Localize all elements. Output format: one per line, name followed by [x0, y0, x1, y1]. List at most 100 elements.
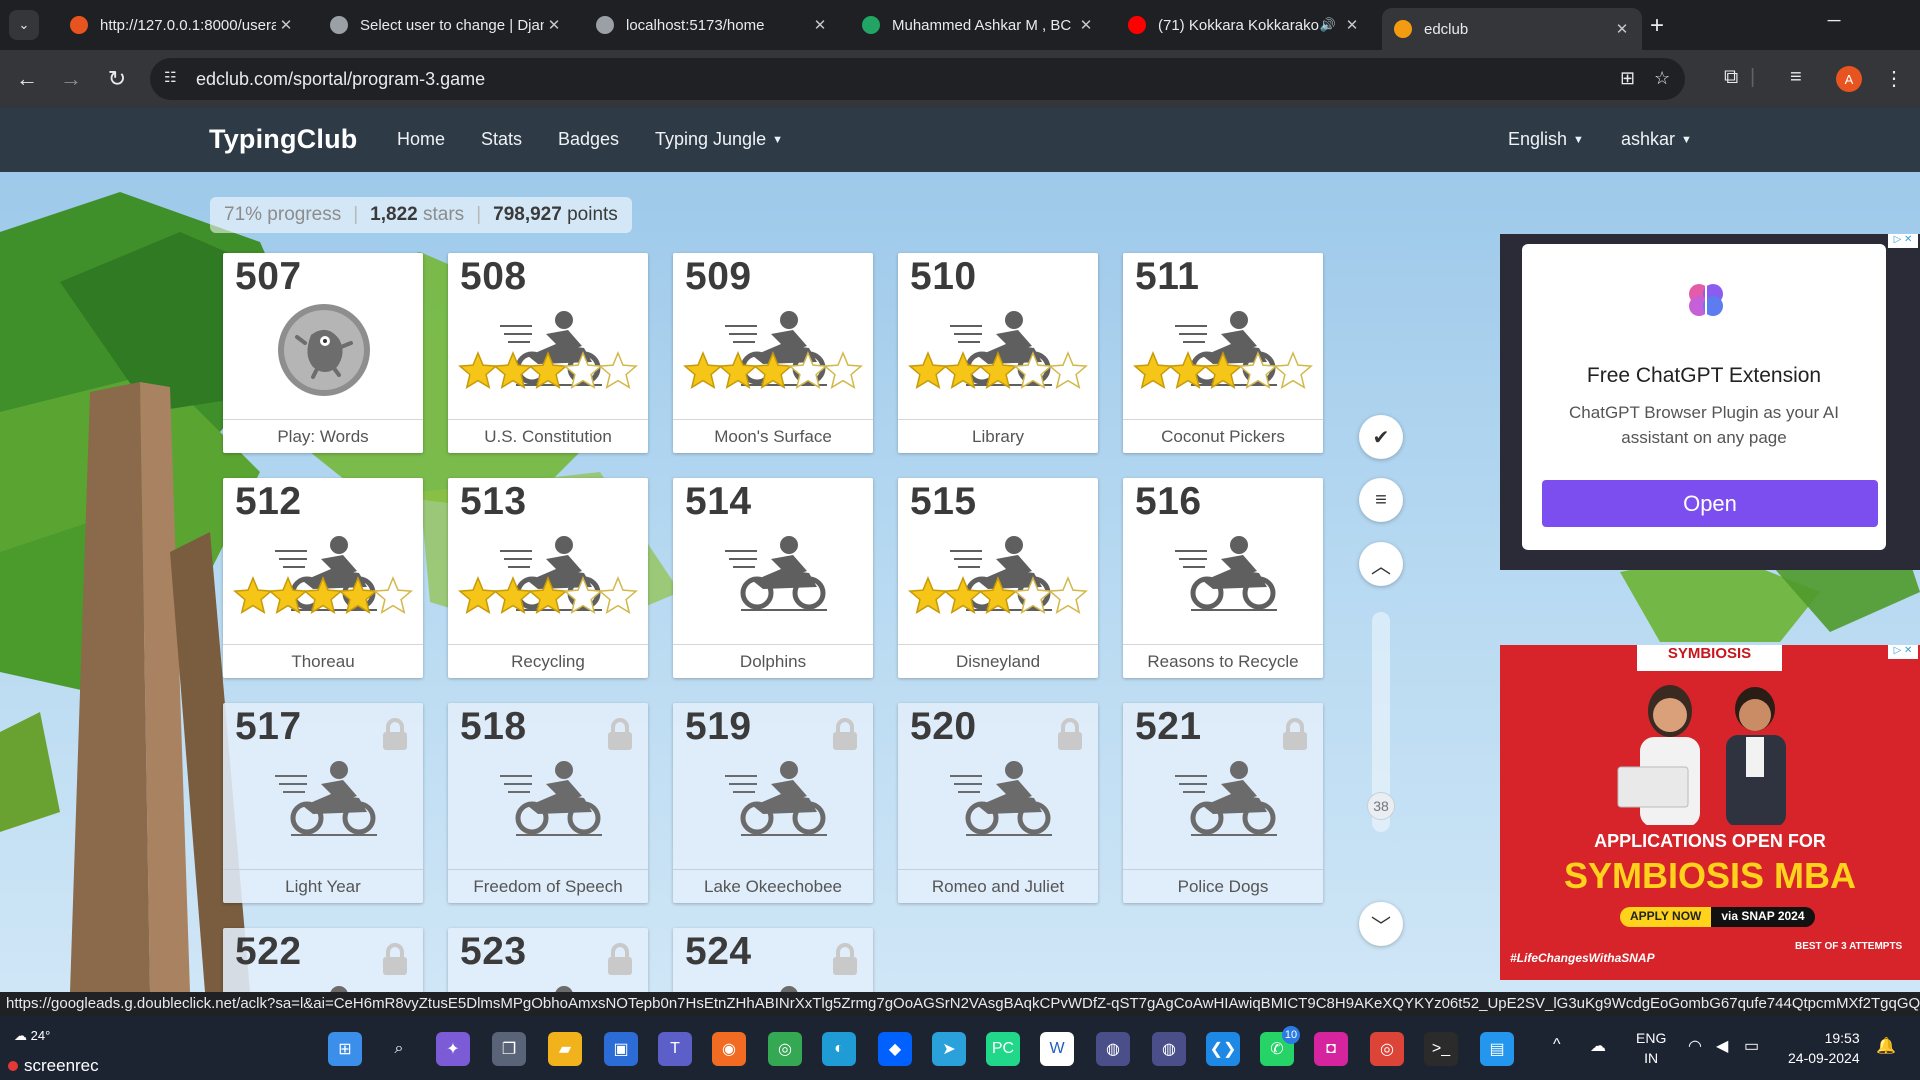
tab-search-button[interactable]: ⌄ — [9, 10, 39, 40]
back-arrow-icon[interactable]: ← — [12, 64, 42, 94]
symbiosis-mba-ad[interactable]: ▷ ✕ SYMBIOSIS APPLICATIONS OPEN FOR SYMB… — [1500, 645, 1920, 980]
site-info-icon[interactable]: ☷ — [164, 69, 184, 89]
close-tab-icon[interactable]: ✕ — [1076, 16, 1096, 34]
browser-tab[interactable]: edclub ✕ — [1382, 8, 1642, 50]
file-explorer-icon[interactable]: ▰ — [548, 1032, 582, 1066]
lesson-card[interactable]: 522 — [223, 928, 423, 992]
input-language[interactable]: ENG IN — [1636, 1028, 1666, 1068]
edge-icon[interactable]: ◐ — [822, 1032, 856, 1066]
teams-icon[interactable]: T — [658, 1032, 692, 1066]
lesson-card[interactable]: 518 Freedom of Speech — [448, 703, 648, 903]
task-view-icon[interactable]: ❐ — [492, 1032, 526, 1066]
lesson-card[interactable]: 519 Lake Okeechobee — [673, 703, 873, 903]
terminal-icon[interactable]: >_ — [1424, 1032, 1458, 1066]
volume-icon[interactable]: ◀ — [1716, 1036, 1728, 1056]
battery-icon[interactable]: ▭ — [1744, 1036, 1759, 1056]
lesson-card[interactable]: 524 — [673, 928, 873, 992]
language-menu[interactable]: English ▼ — [1508, 129, 1584, 150]
lesson-number: 516 — [1135, 480, 1202, 523]
list-menu-icon[interactable]: ≡ — [1359, 478, 1403, 522]
extensions-icon[interactable]: ⧉ — [1724, 66, 1738, 89]
lock-icon — [606, 717, 634, 751]
url-text[interactable]: edclub.com/sportal/program-3.game — [196, 69, 485, 90]
close-tab-icon[interactable]: ✕ — [810, 16, 830, 34]
brand-logo[interactable]: TypingClub — [209, 124, 357, 155]
firefox-icon[interactable]: ◉ — [712, 1032, 746, 1066]
profile-avatar[interactable]: A — [1836, 66, 1862, 92]
close-tab-icon[interactable]: ✕ — [544, 16, 564, 34]
microsoft-store-icon[interactable]: ▣ — [604, 1032, 638, 1066]
docker-icon[interactable]: ▤ — [1480, 1032, 1514, 1066]
lesson-card[interactable]: 508 U.S. Constitution — [448, 253, 648, 453]
eclipse-2-icon[interactable]: ◍ — [1152, 1032, 1186, 1066]
lesson-card[interactable]: 515 Disneyland — [898, 478, 1098, 678]
check-circle-icon[interactable]: ✔ — [1359, 415, 1403, 459]
browser-tab[interactable]: Select user to change | Djan ✕ — [318, 8, 574, 42]
lesson-card[interactable]: 510 Library — [898, 253, 1098, 453]
nav-home[interactable]: Home — [397, 129, 445, 150]
lesson-card[interactable]: 517 Light Year — [223, 703, 423, 903]
nav-typing-jungle[interactable]: Typing Jungle ▼ — [655, 129, 783, 150]
lesson-card[interactable]: 521 Police Dogs — [1123, 703, 1323, 903]
motorbike-icon — [723, 983, 833, 992]
browser-tab[interactable]: (71) Kokkara Kokkarako 🔊 ✕ — [1116, 8, 1372, 42]
chrome-icon[interactable]: ◎ — [768, 1032, 802, 1066]
apply-now-badge[interactable]: APPLY NOW via SNAP 2024 — [1620, 907, 1815, 927]
new-tab-button[interactable]: + — [1650, 12, 1664, 40]
ad-choices-icon[interactable]: ▷ ✕ — [1888, 645, 1918, 659]
close-tab-icon[interactable]: ✕ — [276, 16, 296, 34]
lesson-card[interactable]: 512 Thoreau — [223, 478, 423, 678]
vscode-icon[interactable]: ❮❯ — [1206, 1032, 1240, 1066]
lesson-card[interactable]: 511 Coconut Pickers — [1123, 253, 1323, 453]
close-tab-icon[interactable]: ✕ — [1342, 16, 1362, 34]
dropbox-icon[interactable]: ◆ — [878, 1032, 912, 1066]
reload-icon[interactable]: ↻ — [102, 64, 132, 94]
translate-icon[interactable]: ⊞ — [1620, 68, 1635, 89]
show-hidden-icons[interactable]: ^ — [1553, 1036, 1561, 1054]
browser-menu-icon[interactable]: ⋮ — [1884, 66, 1904, 91]
windows-start-icon[interactable]: ⊞ — [328, 1032, 362, 1066]
lesson-scroll-thumb[interactable]: 38 — [1367, 792, 1395, 820]
browser-tab[interactable]: Muhammed Ashkar M , BC ✕ — [850, 8, 1106, 42]
browser-tab[interactable]: http://127.0.0.1:8000/usera ✕ — [58, 8, 306, 42]
eclipse-icon[interactable]: ◍ — [1096, 1032, 1130, 1066]
lesson-card[interactable]: 514 Dolphins — [673, 478, 873, 678]
chatgpt-extension-ad[interactable]: ▷ ✕ Free ChatGPT Extension ChatGPT Brows… — [1500, 234, 1920, 570]
motorbike-icon — [498, 983, 608, 992]
browser-tab[interactable]: localhost:5173/home ✕ — [584, 8, 840, 42]
weather-widget[interactable]: ☁ 24° — [14, 1028, 50, 1044]
ad-open-button[interactable]: Open — [1542, 480, 1878, 527]
word-icon[interactable]: W — [1040, 1032, 1074, 1066]
telegram-icon[interactable]: ➤ — [932, 1032, 966, 1066]
scroll-up-button[interactable]: ︿ — [1359, 542, 1403, 586]
user-menu[interactable]: ashkar ▼ — [1621, 129, 1692, 150]
close-tab-icon[interactable]: ✕ — [1612, 20, 1632, 38]
address-bar[interactable]: ☷ edclub.com/sportal/program-3.game ⊞ ☆ — [150, 58, 1685, 100]
scroll-down-button[interactable]: ﹀ — [1359, 902, 1403, 946]
speaker-icon[interactable]: 🔊 — [1320, 17, 1336, 33]
chrome-active-icon[interactable]: ◎ — [1370, 1032, 1404, 1066]
whatsapp-icon[interactable]: ✆ 10 — [1260, 1026, 1300, 1066]
pycharm-icon[interactable]: PC — [986, 1032, 1020, 1066]
lesson-card[interactable]: 507 Play: Words — [223, 253, 423, 453]
copilot-icon[interactable]: ✦ — [436, 1032, 470, 1066]
lesson-card[interactable]: 523 — [448, 928, 648, 992]
notification-bell-icon[interactable]: 🔔 — [1876, 1036, 1896, 1056]
lesson-card[interactable]: 516 Reasons to Recycle — [1123, 478, 1323, 678]
wifi-icon[interactable]: ◠ — [1688, 1036, 1702, 1056]
search-icon[interactable]: ⌕ — [382, 1032, 416, 1066]
instagram-icon[interactable]: ◘ — [1314, 1032, 1348, 1066]
recorder-label: screenrec — [24, 1056, 99, 1075]
nav-stats[interactable]: Stats — [481, 129, 522, 150]
lesson-card[interactable]: 520 Romeo and Juliet — [898, 703, 1098, 903]
onedrive-icon[interactable]: ☁ — [1590, 1036, 1606, 1056]
bookmark-star-icon[interactable]: ☆ — [1654, 68, 1670, 89]
lesson-card[interactable]: 509 Moon's Surface — [673, 253, 873, 453]
nav-badges[interactable]: Badges — [558, 129, 619, 150]
forward-arrow-icon[interactable]: → — [56, 64, 86, 94]
system-clock[interactable]: 19:53 24-09-2024 — [1788, 1028, 1860, 1068]
media-controls-icon[interactable]: ≡ — [1790, 66, 1802, 89]
ad-choices-icon[interactable]: ▷ ✕ — [1888, 234, 1918, 248]
lesson-card[interactable]: 513 Recycling — [448, 478, 648, 678]
minimize-button[interactable]: ─ — [1814, 10, 1854, 31]
